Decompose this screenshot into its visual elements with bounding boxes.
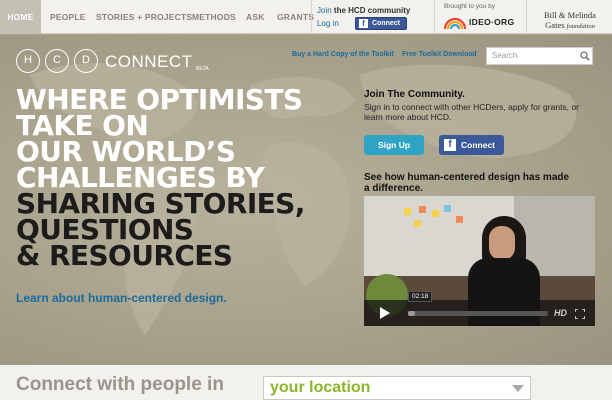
toolkit-hard-copy-link[interactable]: Buy a Hard Copy of the Toolkit	[292, 51, 394, 58]
logo-beta-badge: BETA	[196, 66, 209, 72]
nav-ask[interactable]: ASK	[246, 0, 265, 34]
location-value: your location	[270, 379, 371, 396]
nav-home[interactable]: HOME	[0, 0, 41, 34]
video-frame-detail	[414, 220, 421, 227]
facebook-connect-button[interactable]: f Connect	[439, 135, 504, 155]
video-frame-detail	[419, 206, 426, 213]
video-frame-detail	[404, 208, 411, 215]
join-title: Join The Community.	[364, 89, 465, 100]
fullscreen-icon[interactable]	[575, 309, 585, 319]
hero-headline: WHERE OPTIMISTS TAKE ON OUR WORLD’S CHAL…	[16, 86, 305, 272]
facebook-connect-button-small[interactable]: f Connect	[355, 17, 407, 30]
logo-word: CONNECT	[105, 52, 193, 71]
video-caption: See how human-centered design has made a…	[364, 172, 570, 194]
join-panel: Join The Community. Sign in to connect w…	[364, 89, 584, 194]
location-select[interactable]: your location	[263, 376, 531, 400]
logo-letter-d: D	[74, 49, 98, 73]
headline-line: & RESOURCES	[16, 239, 233, 272]
video-controls: 02:18 HD	[364, 291, 595, 326]
join-description: Sign in to connect with other HCDers, ap…	[364, 102, 579, 122]
hd-toggle[interactable]: HD	[554, 308, 567, 318]
facebook-connect-label: Connect	[372, 20, 400, 27]
chevron-down-icon	[512, 385, 524, 392]
nav-stories-projects[interactable]: STORIES + PROJECTS	[96, 0, 192, 34]
nav-methods[interactable]: METHODS	[192, 0, 236, 34]
video-frame-detail	[444, 205, 451, 212]
nav-divider	[311, 0, 312, 34]
video-frame-detail	[456, 216, 463, 223]
toolkit-download-link[interactable]: Free Toolkit Download	[402, 51, 477, 58]
join-community-label: the HCD community	[333, 6, 411, 15]
nav-grants[interactable]: GRANTS	[277, 0, 314, 34]
join-link[interactable]: Join	[317, 6, 332, 15]
search-input[interactable]: Search	[486, 47, 593, 65]
play-icon[interactable]	[368, 303, 400, 323]
learn-hcd-link[interactable]: Learn about human-centered design.	[16, 291, 227, 305]
search-placeholder: Search	[492, 51, 518, 60]
logo-letter-h: H	[16, 49, 40, 73]
facebook-icon: f	[359, 19, 368, 28]
video-frame-person	[489, 226, 515, 260]
top-nav: HOME PEOPLE STORIES + PROJECTS METHODS A…	[0, 0, 612, 34]
location-bar: Connect with people in your location	[0, 365, 612, 400]
hero-section: H C D CONNECT BETA Buy a Hard Copy of th…	[0, 35, 612, 365]
gates-line2: Gates	[545, 20, 565, 30]
facebook-connect-label: Connect	[461, 140, 495, 150]
search-icon[interactable]	[580, 51, 590, 61]
nav-divider	[434, 0, 435, 34]
connect-people-label: Connect with people in	[16, 374, 224, 395]
gates-line1: Bill & Melinda	[544, 10, 596, 20]
join-community: Join the HCD community	[317, 5, 410, 17]
nav-divider	[526, 0, 527, 34]
brought-to-you-by: Brought to you by	[444, 3, 495, 10]
video-time: 02:18	[408, 291, 433, 302]
video-progress-fill	[408, 311, 415, 316]
facebook-icon: f	[444, 139, 456, 151]
sign-up-button[interactable]: Sign Up	[364, 135, 424, 155]
gates-foundation-logo[interactable]: Bill & Melinda Gates foundation	[530, 10, 610, 32]
video-player[interactable]: 02:18 HD	[364, 196, 595, 326]
nav-people[interactable]: PEOPLE	[50, 0, 86, 34]
logo-letter-c: C	[45, 49, 69, 73]
login-link[interactable]: Log in	[317, 19, 339, 28]
ideo-org-logo[interactable]: IDEO·ORG	[469, 17, 514, 27]
video-frame-detail	[432, 210, 439, 217]
gates-foundation-word: foundation	[566, 23, 595, 30]
video-progress-bar[interactable]	[408, 311, 548, 316]
